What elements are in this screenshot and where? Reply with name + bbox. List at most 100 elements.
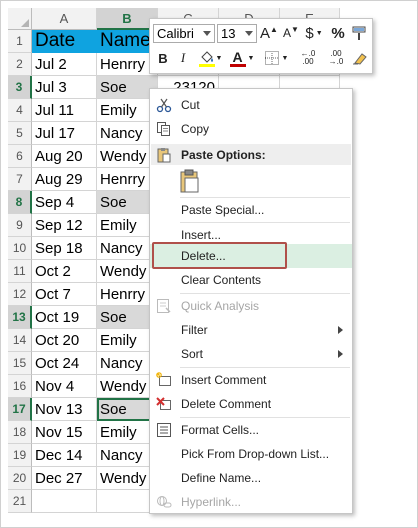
clear-format-button[interactable] (351, 48, 369, 68)
table-cell[interactable]: Dec 27 (32, 467, 97, 490)
menu-item-copy[interactable]: Copy (150, 117, 352, 141)
row-header[interactable]: 17 (8, 398, 32, 421)
shrink-font-button[interactable]: A ▼ (282, 23, 300, 43)
increase-decimal-button[interactable]: ←.0 .00 (295, 49, 321, 67)
table-cell[interactable]: Oct 7 (32, 283, 97, 306)
mini-toolbar: Calibri 13 A ▲ A ▼ $ ▼ % B I ▼ A ▼ ▼ ←.0 .0… (149, 18, 373, 74)
highlight-box (152, 242, 287, 269)
menu-item-clear-contents[interactable]: Clear Contents (150, 268, 352, 292)
row-header[interactable]: 8 (8, 191, 32, 214)
table-cell[interactable]: Jul 17 (32, 122, 97, 145)
menu-label-filter: Filter (181, 323, 208, 337)
shrink-font-icon: A (283, 26, 292, 40)
table-cell[interactable]: Nov 4 (32, 375, 97, 398)
table-cell[interactable]: Dec 14 (32, 444, 97, 467)
paste-button[interactable] (178, 168, 204, 194)
menu-label-pick-from-dropdown: Pick From Drop-down List... (181, 447, 330, 461)
row-header[interactable]: 13 (8, 306, 32, 329)
row-header[interactable]: 16 (8, 375, 32, 398)
menu-label-hyperlink: Hyperlink... (181, 495, 242, 509)
row-header[interactable]: 18 (8, 421, 32, 444)
menu-item-insert-comment[interactable]: Insert Comment (150, 368, 352, 392)
table-cell[interactable]: Oct 2 (32, 260, 97, 283)
font-name-value: Calibri (157, 26, 194, 41)
borders-button[interactable]: ▼ (262, 48, 290, 68)
menu-item-delete-comment[interactable]: Delete Comment (150, 392, 352, 416)
table-cell[interactable]: Nov 13 (32, 398, 97, 421)
column-header-a[interactable]: A (32, 8, 97, 30)
hyperlink-icon (157, 496, 172, 508)
row-header[interactable]: 6 (8, 145, 32, 168)
scissors-icon (156, 98, 172, 113)
table-cell[interactable]: Nov 15 (32, 421, 97, 444)
percent-style-button[interactable]: % (330, 23, 346, 43)
header-cell[interactable]: Date (32, 30, 97, 53)
table-cell[interactable]: Oct 24 (32, 352, 97, 375)
table-cell[interactable]: Oct 19 (32, 306, 97, 329)
row-header[interactable]: 21 (8, 490, 32, 513)
table-cell[interactable]: Jul 3 (32, 76, 97, 99)
table-cell[interactable]: Sep 18 (32, 237, 97, 260)
table-cell[interactable]: Sep 12 (32, 214, 97, 237)
row-header[interactable]: 2 (8, 53, 32, 76)
row-header[interactable]: 12 (8, 283, 32, 306)
row-header[interactable]: 4 (8, 99, 32, 122)
borders-icon (264, 51, 279, 65)
row-header[interactable]: 9 (8, 214, 32, 237)
row-header[interactable]: 7 (8, 168, 32, 191)
eraser-icon (353, 53, 367, 65)
menu-item-sort[interactable]: Sort (150, 342, 352, 366)
italic-button[interactable]: I (175, 49, 191, 67)
table-cell[interactable]: Aug 20 (32, 145, 97, 168)
menu-item-cut[interactable]: Cut (150, 93, 352, 117)
table-cell[interactable]: Sep 4 (32, 191, 97, 214)
bold-button[interactable]: B (155, 49, 171, 67)
menu-label-clear-contents: Clear Contents (181, 273, 262, 287)
row-header[interactable]: 3 (8, 76, 32, 99)
row-header[interactable]: 11 (8, 260, 32, 283)
menu-item-filter[interactable]: Filter (150, 318, 352, 342)
font-size-dropdown[interactable]: 13 (217, 24, 257, 43)
copy-icon (157, 122, 170, 136)
menu-item-define-name[interactable]: Define Name... (150, 466, 352, 490)
table-cell[interactable]: Aug 29 (32, 168, 97, 191)
row-header[interactable]: 5 (8, 122, 32, 145)
menu-label-quick-analysis: Quick Analysis (181, 299, 260, 313)
select-all-corner[interactable] (8, 8, 32, 30)
insert-comment-icon (156, 372, 171, 386)
menu-label-sort: Sort (181, 347, 204, 361)
menu-label-paste-special: Paste Special... (181, 203, 265, 217)
accounting-format-button[interactable]: $ ▼ (304, 23, 324, 43)
context-menu: Cut Copy Paste Options: Paste Special...… (149, 88, 353, 514)
grow-font-button[interactable]: A ▲ (260, 23, 278, 43)
menu-item-quick-analysis[interactable]: Quick Analysis (150, 294, 352, 318)
paint-bucket-icon (198, 51, 215, 67)
row-header[interactable]: 15 (8, 352, 32, 375)
format-painter-icon[interactable] (350, 23, 368, 43)
menu-item-paste-special[interactable]: Paste Special... (150, 198, 352, 222)
table-cell[interactable]: Jul 11 (32, 99, 97, 122)
menu-label-format-cells: Format Cells... (181, 423, 260, 437)
paste-options-label: Paste Options: (181, 147, 266, 162)
decrease-decimal-icon: .00 →.0 (328, 49, 344, 66)
table-cell[interactable]: Jul 2 (32, 53, 97, 76)
fill-color-button[interactable]: ▼ (196, 48, 224, 68)
menu-label-define-name: Define Name... (181, 471, 262, 485)
menu-item-format-cells[interactable]: Format Cells... (150, 418, 352, 442)
row-header[interactable]: 14 (8, 329, 32, 352)
clipboard-icon (157, 148, 171, 163)
row-header[interactable]: 19 (8, 444, 32, 467)
decrease-decimal-button[interactable]: .00 →.0 (323, 49, 349, 67)
row-header[interactable]: 10 (8, 237, 32, 260)
font-name-dropdown[interactable]: Calibri (153, 24, 215, 43)
menu-item-hyperlink[interactable]: Hyperlink... (150, 490, 352, 514)
table-cell[interactable] (32, 490, 97, 513)
table-cell[interactable]: Oct 20 (32, 329, 97, 352)
font-color-button[interactable]: A ▼ (228, 48, 256, 68)
row-header[interactable]: 1 (8, 30, 32, 53)
paste-options-header: Paste Options: (151, 144, 351, 165)
submenu-arrow-icon (338, 326, 343, 334)
row-header[interactable]: 20 (8, 467, 32, 490)
menu-item-pick-from-dropdown[interactable]: Pick From Drop-down List... (150, 442, 352, 466)
menu-label-delete-comment: Delete Comment (181, 397, 272, 411)
